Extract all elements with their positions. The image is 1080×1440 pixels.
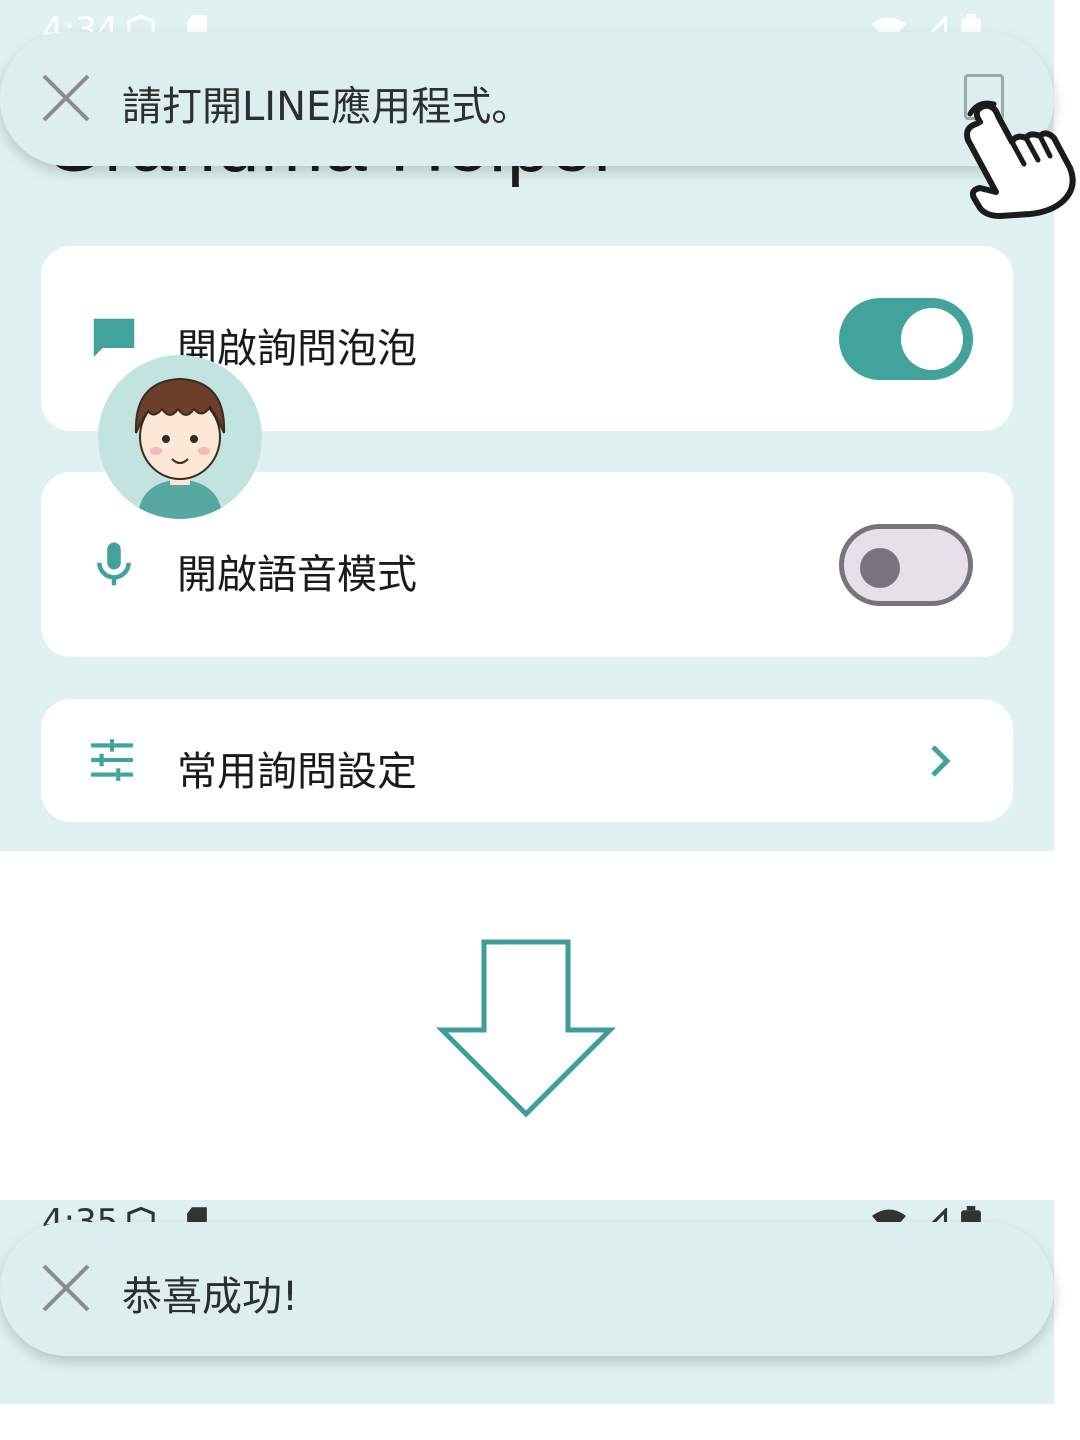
close-icon[interactable]: [40, 72, 92, 128]
common-query-label: 常用詢問設定: [177, 749, 417, 795]
bubble-toggle[interactable]: [839, 298, 973, 380]
notification-message: 請打開LINE應用程式。: [122, 84, 532, 130]
notification-message: 恭喜成功!: [122, 1274, 299, 1320]
toggle-knob: [860, 548, 900, 588]
pointer-hand-icon: [950, 98, 1080, 226]
assistant-avatar-bubble[interactable]: [98, 355, 262, 519]
notification-bottom[interactable]: 恭喜成功!: [0, 1222, 1054, 1356]
chat-bubble-icon: [87, 312, 141, 370]
toggle-knob: [901, 308, 963, 370]
chevron-right-icon: [929, 743, 953, 783]
microphone-icon: [87, 538, 141, 596]
close-icon[interactable]: [40, 1262, 92, 1318]
common-query-card[interactable]: 常用詢問設定: [41, 699, 1013, 822]
voice-toggle[interactable]: [839, 524, 973, 606]
sliders-icon: [87, 735, 137, 789]
down-arrow-icon: [435, 938, 617, 1122]
voice-setting-label: 開啟語音模式: [177, 552, 417, 598]
notification-top[interactable]: 請打開LINE應用程式。: [0, 32, 1054, 166]
